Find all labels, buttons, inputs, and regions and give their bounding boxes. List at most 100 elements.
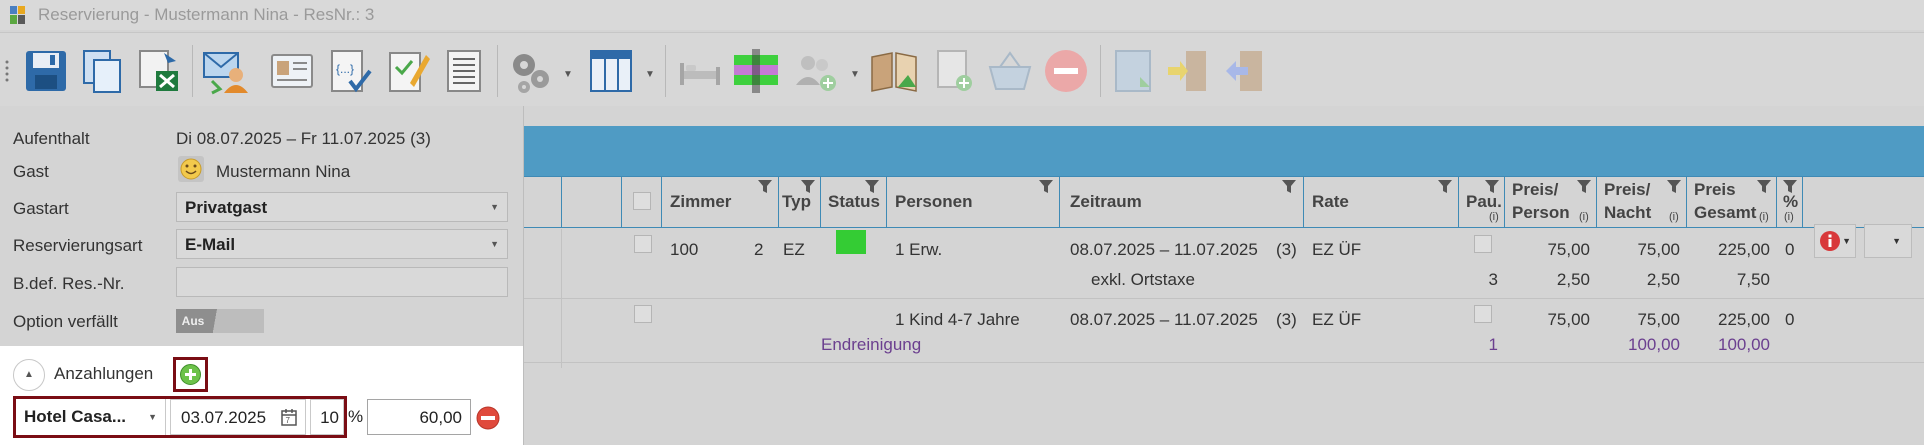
info-menu-button[interactable]: ▼ — [1814, 224, 1856, 258]
cell-sub-label: exkl. Ortstaxe — [1091, 270, 1195, 289]
basket-button[interactable] — [986, 47, 1034, 95]
guest-smiley-icon[interactable] — [178, 156, 204, 182]
mail-guest-button[interactable] — [202, 47, 250, 95]
cell-pct: 0 — [1785, 240, 1795, 259]
remove-anzahlung-icon[interactable] — [476, 406, 500, 430]
header-rate[interactable]: Rate — [1304, 177, 1459, 227]
column-layout-dropdown-icon[interactable]: ▼ — [645, 69, 655, 80]
header-zimmer[interactable]: Zimmer — [662, 177, 779, 227]
rooms-grid: Zimmer Typ Status Personen Zeitraum Rate… — [523, 106, 1924, 445]
row-checkbox[interactable] — [634, 305, 652, 323]
cell-preis-nacht: 75,00 — [1637, 310, 1680, 329]
gastart-select[interactable]: Privatgast ▼ — [176, 192, 508, 222]
excel-export-button[interactable] — [134, 47, 182, 95]
cell-zimmer: 100 — [670, 240, 699, 259]
list-document-button[interactable] — [440, 47, 488, 95]
anzahlung-percent-input[interactable]: 10 — [310, 399, 344, 435]
hotel-value: Hotel Casa... — [24, 407, 127, 426]
row-divider — [524, 362, 1924, 363]
header-pau-info: (i) — [1489, 211, 1499, 223]
header-preis-nacht[interactable]: Preis/ Nacht (i) — [1597, 177, 1687, 227]
cell-personen: 1 Erw. — [895, 240, 943, 259]
filter-icon[interactable] — [1282, 180, 1296, 194]
header-personen[interactable]: Personen — [887, 177, 1060, 227]
pau-checkbox[interactable] — [1474, 235, 1492, 253]
gast-label: Gast — [13, 162, 49, 181]
toolbar-grip-icon[interactable] — [5, 59, 9, 83]
chevron-down-icon: ▼ — [490, 239, 499, 249]
settings-button[interactable] — [506, 47, 554, 95]
edit-document-icon — [389, 52, 430, 92]
checkout-button[interactable] — [1220, 47, 1268, 95]
cell-pau: 1 — [1488, 335, 1498, 354]
anzahlung-amount-input[interactable]: 60,00 — [367, 399, 471, 435]
guest-book-button[interactable] — [870, 47, 918, 95]
filter-icon[interactable] — [1485, 180, 1499, 194]
header-pau[interactable]: Pau. (i) — [1459, 177, 1505, 227]
filter-icon[interactable] — [758, 180, 772, 194]
cell-preis-person: 2,50 — [1556, 270, 1590, 289]
filter-icon[interactable] — [865, 180, 879, 194]
cell-typ: EZ — [783, 240, 805, 259]
header-pct[interactable]: % (i) — [1777, 177, 1803, 227]
cancel-reservation-button[interactable] — [1042, 47, 1090, 95]
filter-icon[interactable] — [1667, 180, 1681, 194]
confirmation-document-button[interactable]: {...} — [326, 47, 374, 95]
registration-card-button[interactable] — [268, 47, 316, 95]
edit-document-button[interactable] — [384, 47, 432, 95]
collapse-button[interactable]: ▲ — [13, 359, 45, 391]
header-preis-person[interactable]: Preis/ Person (i) — [1505, 177, 1597, 227]
header-zeitraum[interactable]: Zeitraum — [1060, 177, 1304, 227]
row-action-dropdown[interactable]: ▼ — [1864, 224, 1912, 258]
bdef-input[interactable] — [176, 267, 508, 297]
option-toggle[interactable]: Aus — [176, 309, 264, 333]
filter-icon[interactable] — [1039, 180, 1053, 194]
calendar-icon[interactable]: 7 — [281, 408, 297, 426]
anzahlung-date-input[interactable]: 03.07.2025 7 — [170, 399, 306, 435]
column-layout-icon — [590, 50, 632, 92]
checkin-button[interactable] — [1164, 47, 1212, 95]
filter-icon[interactable] — [1757, 180, 1771, 194]
hotel-select[interactable]: Hotel Casa... ▼ — [16, 399, 166, 435]
chevron-down-icon: ▼ — [148, 412, 157, 422]
confirmation-document-icon: {...} — [331, 50, 372, 93]
header-zimmer-label: Zimmer — [670, 192, 732, 211]
select-all-checkbox[interactable] — [633, 192, 651, 210]
filter-icon[interactable] — [1438, 180, 1452, 194]
header-preis-nacht-info: (i) — [1669, 211, 1679, 223]
header-typ[interactable]: Typ — [779, 177, 821, 227]
add-guests-button[interactable] — [792, 47, 840, 95]
row-checkbox[interactable] — [634, 235, 652, 253]
header-select-all — [622, 177, 662, 227]
add-anzahlung-button[interactable] — [173, 357, 208, 392]
settings-dropdown-icon[interactable]: ▼ — [563, 69, 573, 80]
cell-rate: EZ ÜF — [1312, 310, 1362, 329]
add-document-button[interactable] — [930, 47, 978, 95]
gast-value[interactable]: Mustermann Nina — [216, 162, 350, 182]
room-move-button[interactable] — [732, 47, 780, 95]
filter-icon[interactable] — [801, 180, 815, 194]
svg-text:7: 7 — [286, 416, 291, 425]
invoice-button[interactable] — [1110, 47, 1158, 95]
mail-guest-icon — [203, 52, 248, 95]
filter-icon[interactable] — [1577, 180, 1591, 194]
copy-button[interactable] — [78, 47, 126, 95]
add-guests-dropdown-icon[interactable]: ▼ — [850, 69, 860, 80]
header-preis-nacht-line1: Preis/ — [1604, 180, 1651, 199]
header-preis-gesamt[interactable]: Preis Gesamt (i) — [1687, 177, 1777, 227]
cell-preis-nacht: 2,50 — [1646, 270, 1680, 289]
header-status[interactable]: Status — [821, 177, 887, 227]
anzahlungen-label: Anzahlungen — [54, 364, 154, 383]
grid-header: Zimmer Typ Status Personen Zeitraum Rate… — [524, 176, 1924, 228]
cell-extra-label: Endreinigung — [821, 335, 922, 354]
option-toggle-label: Aus — [176, 309, 210, 333]
pau-checkbox[interactable] — [1474, 305, 1492, 323]
column-layout-button[interactable] — [587, 47, 635, 95]
cell-preis-gesamt: 225,00 — [1718, 310, 1770, 329]
cell-preis-person: 75,00 — [1547, 310, 1590, 329]
reservierungsart-select[interactable]: E-Mail ▼ — [176, 229, 508, 259]
save-button[interactable] — [22, 47, 70, 95]
bed-button[interactable] — [676, 47, 724, 95]
filter-icon[interactable] — [1783, 180, 1797, 194]
toolbar-separator — [665, 45, 666, 97]
